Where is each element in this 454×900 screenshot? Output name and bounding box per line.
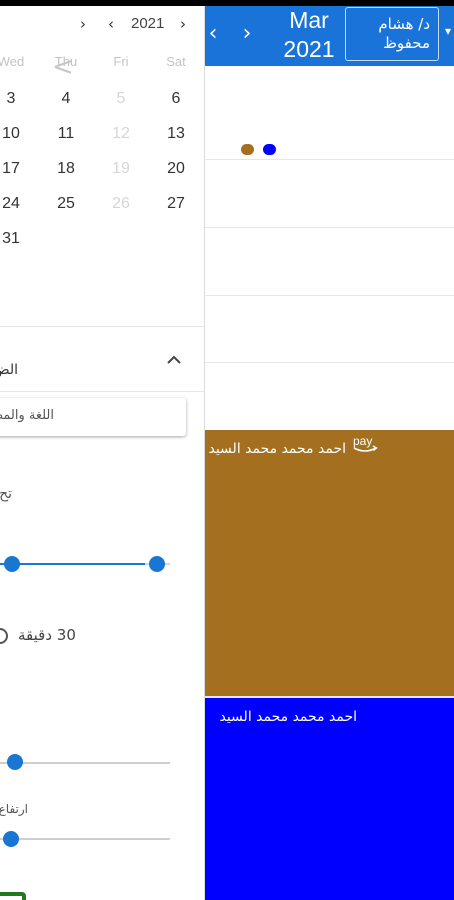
height-label: ارتفاع	[0, 802, 28, 816]
weekday-label: Thu	[54, 54, 78, 69]
event-dot[interactable]	[241, 144, 254, 155]
weekday-label: Sat	[166, 54, 186, 69]
calendar-day[interactable]: 13	[156, 124, 196, 144]
range-slider-track	[0, 563, 145, 565]
month-year-title[interactable]: Mar 2021	[275, 6, 343, 64]
weekday-label: Wed	[0, 54, 25, 69]
language-select[interactable]: اللغة والمظهر	[0, 398, 186, 436]
calendar-day[interactable]: 25	[46, 194, 86, 214]
calendar-day[interactable]: 11	[46, 124, 86, 144]
slider-rail	[0, 838, 170, 840]
duration-label: 30 دقيقة	[18, 626, 76, 644]
amazon-pay-icon: pay	[353, 434, 378, 452]
calendar-day[interactable]: 26	[101, 194, 141, 214]
calendar-day[interactable]: 20	[156, 159, 196, 179]
user-select[interactable]: د/ هشام محفوظ	[345, 7, 439, 61]
calendar-day[interactable]: 3	[0, 89, 31, 109]
duration-radio[interactable]	[0, 628, 8, 644]
next-year-button[interactable]: ›	[180, 14, 186, 34]
grid-line	[205, 227, 454, 228]
event-dot[interactable]	[263, 144, 276, 155]
prev-year-button[interactable]: ‹	[108, 14, 114, 34]
calendar-day[interactable]: 27	[156, 194, 196, 214]
slider-rail	[0, 762, 170, 764]
next-month-button[interactable]: ›	[237, 20, 257, 48]
calendar-header: ‹ › Mar 2021 د/ هشام محفوظ ▾	[205, 6, 454, 66]
calendar-day[interactable]: 10	[0, 124, 31, 144]
divider	[0, 326, 204, 327]
calendar-day[interactable]: 12	[101, 124, 141, 144]
calendar-day[interactable]: 17	[0, 159, 31, 179]
calendar-day[interactable]: 19	[101, 159, 141, 179]
chevron-right-icon[interactable]: ›	[80, 14, 86, 34]
slider-thumb[interactable]	[3, 831, 19, 847]
mini-calendar-year: 2021	[131, 15, 165, 32]
event-block[interactable]: احمد محمد محمد السيد	[205, 698, 454, 900]
weekday-label: Fri	[113, 54, 129, 69]
grid-line	[205, 362, 454, 363]
calendar-day[interactable]: 31	[0, 229, 31, 249]
side-drawer: › ‹ 2021 › < Wed Thu Fri Sat 3 4 5 6 10 11 12 1…	[0, 6, 205, 900]
grid-line	[205, 159, 454, 160]
calendar-day[interactable]: 4	[46, 89, 86, 109]
grid-line	[205, 295, 454, 296]
calendar-day[interactable]: 6	[156, 89, 196, 109]
setting-label: تح	[0, 486, 12, 502]
month-label: Mar	[289, 7, 329, 33]
calendar-day[interactable]: 24	[0, 194, 31, 214]
event-title: احمد محمد محمد السيد	[208, 441, 346, 457]
range-slider-start-thumb[interactable]	[4, 556, 20, 572]
slider-thumb[interactable]	[7, 754, 23, 770]
divider	[0, 391, 204, 392]
event-block[interactable]: pay احمد محمد محمد السيد	[205, 430, 454, 698]
language-select-value: اللغة والمظهر	[0, 408, 54, 423]
year-label: 2021	[283, 36, 335, 62]
event-title: احمد محمد محمد السيد	[219, 709, 357, 725]
save-button[interactable]	[0, 892, 26, 900]
chevron-down-icon[interactable]: ▾	[445, 24, 451, 38]
amazon-pay-text: pay	[353, 434, 372, 448]
settings-title: الض	[0, 362, 18, 378]
range-slider-end-thumb[interactable]	[148, 556, 165, 572]
calendar-day[interactable]: 18	[46, 159, 86, 179]
prev-month-button[interactable]: ‹	[205, 20, 221, 48]
chevron-up-icon[interactable]	[164, 352, 184, 368]
calendar-day[interactable]: 5	[101, 89, 141, 109]
